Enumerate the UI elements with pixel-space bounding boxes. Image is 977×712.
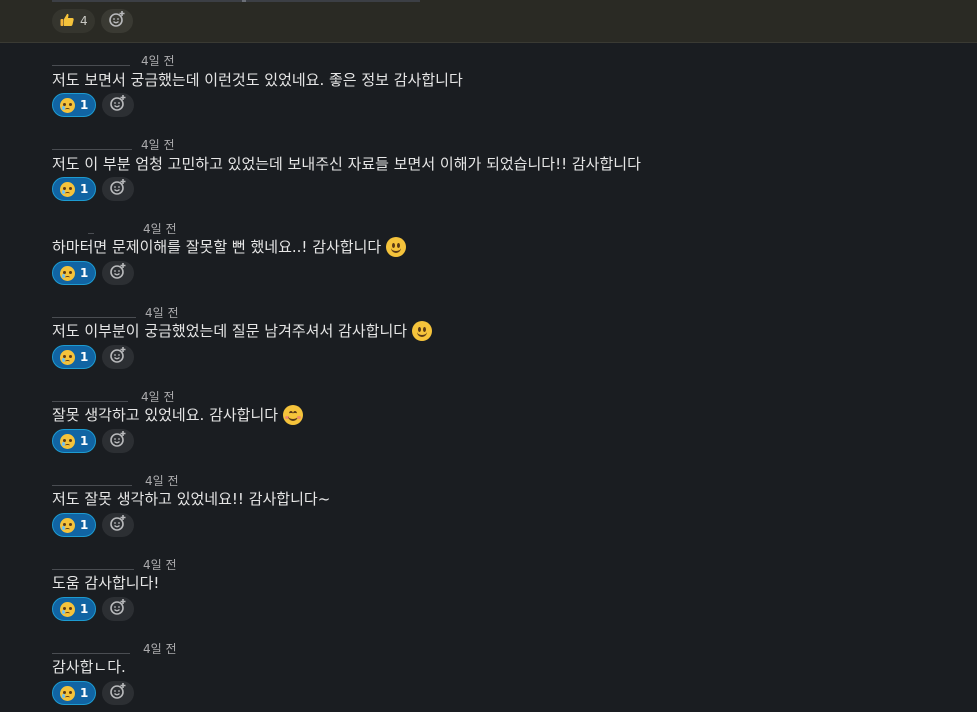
reaction-count: 1 xyxy=(80,686,89,700)
message-timestamp[interactable]: 4일 전 xyxy=(143,556,177,573)
author-name-placeholder xyxy=(52,65,130,66)
author-name-placeholder xyxy=(52,569,134,570)
face-holding-back-tears-icon xyxy=(60,517,75,533)
reaction-count: 1 xyxy=(80,350,89,364)
face-holding-back-tears-reaction[interactable]: 1 xyxy=(52,345,97,369)
slightly-smiling-face-icon xyxy=(412,320,433,341)
add-reaction-button[interactable] xyxy=(102,261,135,285)
reaction-row: 1 xyxy=(52,681,135,705)
reaction-count: 1 xyxy=(80,518,89,532)
message-text: 감사합ㄴ다. xyxy=(52,656,126,677)
add-reaction-icon xyxy=(108,10,126,32)
message-body: 잘못 생각하고 있었네요. 감사합니다 xyxy=(52,406,279,424)
message-body: 저도 이부분이 궁금했었는데 질문 남겨주셔서 감사합니다 xyxy=(52,322,408,340)
message-body: 하마터면 문제이해를 잘못할 뻔 했네요..! 감사합니다 xyxy=(52,238,382,256)
message-timestamp[interactable]: 4일 전 xyxy=(143,220,177,237)
divider-line xyxy=(52,0,420,2)
face-holding-back-tears-reaction[interactable]: 1 xyxy=(52,681,97,705)
divider-marker xyxy=(242,0,246,2)
add-reaction-button[interactable] xyxy=(102,513,135,537)
reaction-count: 1 xyxy=(80,98,89,112)
message-timestamp[interactable]: 4일 전 xyxy=(141,388,175,405)
add-reaction-button[interactable] xyxy=(102,597,135,621)
author-name-placeholder xyxy=(88,233,94,234)
add-reaction-button[interactable] xyxy=(102,345,135,369)
message-text: 저도 이부분이 궁금했었는데 질문 남겨주셔서 감사합니다 xyxy=(52,320,433,341)
message-body: 저도 보면서 궁금했는데 이런것도 있었네요. 좋은 정보 감사합니다 xyxy=(52,71,463,89)
face-holding-back-tears-icon xyxy=(60,181,75,197)
message-timestamp[interactable]: 4일 전 xyxy=(145,304,179,321)
previous-message-reactions-bar: 4 xyxy=(0,0,977,43)
face-holding-back-tears-reaction[interactable]: 1 xyxy=(52,429,97,453)
add-reaction-icon xyxy=(109,346,127,368)
message-body: 감사합ㄴ다. xyxy=(52,658,126,676)
smiling-face-with-smiling-eyes-icon xyxy=(283,404,304,425)
add-reaction-button[interactable] xyxy=(102,93,135,117)
face-holding-back-tears-reaction[interactable]: 1 xyxy=(52,513,97,537)
face-holding-back-tears-icon xyxy=(60,265,75,281)
reaction-count: 1 xyxy=(80,602,89,616)
message-text: 저도 이 부분 엄청 고민하고 있었는데 보내주신 자료들 보면서 이해가 되었… xyxy=(52,153,641,174)
face-holding-back-tears-reaction[interactable]: 1 xyxy=(52,93,97,117)
author-name-placeholder xyxy=(52,653,130,654)
thumbs-up-reaction[interactable]: 4 xyxy=(52,9,95,33)
add-reaction-icon xyxy=(109,514,127,536)
face-holding-back-tears-icon xyxy=(60,433,75,449)
face-holding-back-tears-icon xyxy=(60,97,75,113)
author-name-placeholder xyxy=(52,317,136,318)
reaction-row: 1 xyxy=(52,429,135,453)
add-reaction-button[interactable] xyxy=(102,429,135,453)
message-text: 잘못 생각하고 있었네요. 감사합니다 xyxy=(52,404,304,425)
face-holding-back-tears-icon xyxy=(60,601,75,617)
reaction-count: 1 xyxy=(80,266,89,280)
add-reaction-button[interactable] xyxy=(102,177,135,201)
reaction-row: 1 xyxy=(52,513,135,537)
add-reaction-button[interactable] xyxy=(102,681,135,705)
reaction-row: 1 xyxy=(52,177,135,201)
face-holding-back-tears-icon xyxy=(60,349,75,365)
top-reaction-row: 4 xyxy=(52,9,133,33)
message-text: 저도 보면서 궁금했는데 이런것도 있었네요. 좋은 정보 감사합니다 xyxy=(52,69,463,90)
reaction-count: 1 xyxy=(80,434,89,448)
author-name-placeholder xyxy=(52,485,132,486)
message-body: 저도 이 부분 엄청 고민하고 있었는데 보내주신 자료들 보면서 이해가 되었… xyxy=(52,155,641,173)
add-reaction-icon xyxy=(109,682,127,704)
message-timestamp[interactable]: 4일 전 xyxy=(141,52,175,69)
reaction-row: 1 xyxy=(52,93,135,117)
reaction-row: 1 xyxy=(52,597,135,621)
message-timestamp[interactable]: 4일 전 xyxy=(143,640,177,657)
author-name-placeholder xyxy=(52,401,128,402)
message-text: 저도 잘못 생각하고 있었네요!! 감사합니다~ xyxy=(52,488,330,509)
message-text: 도움 감사합니다! xyxy=(52,572,159,593)
face-holding-back-tears-icon xyxy=(60,685,75,701)
message-text: 하마터면 문제이해를 잘못할 뻔 했네요..! 감사합니다 xyxy=(52,236,407,257)
author-name-placeholder xyxy=(52,149,132,150)
message-body: 도움 감사합니다! xyxy=(52,574,160,592)
reaction-row: 1 xyxy=(52,345,135,369)
message-body: 저도 잘못 생각하고 있었네요!! 감사합니다~ xyxy=(52,490,331,508)
slightly-smiling-face-icon xyxy=(386,236,407,257)
add-reaction-icon xyxy=(109,262,127,284)
reaction-row: 1 xyxy=(52,261,135,285)
message-timestamp[interactable]: 4일 전 xyxy=(141,136,175,153)
thumbs-up-icon xyxy=(59,12,75,31)
add-reaction-button[interactable] xyxy=(100,9,133,33)
add-reaction-icon xyxy=(109,430,127,452)
add-reaction-icon xyxy=(109,598,127,620)
message-timestamp[interactable]: 4일 전 xyxy=(145,472,179,489)
face-holding-back-tears-reaction[interactable]: 1 xyxy=(52,261,97,285)
add-reaction-icon xyxy=(109,178,127,200)
face-holding-back-tears-reaction[interactable]: 1 xyxy=(52,177,97,201)
reaction-count: 4 xyxy=(80,14,88,28)
add-reaction-icon xyxy=(109,94,127,116)
face-holding-back-tears-reaction[interactable]: 1 xyxy=(52,597,97,621)
reaction-count: 1 xyxy=(80,182,89,196)
